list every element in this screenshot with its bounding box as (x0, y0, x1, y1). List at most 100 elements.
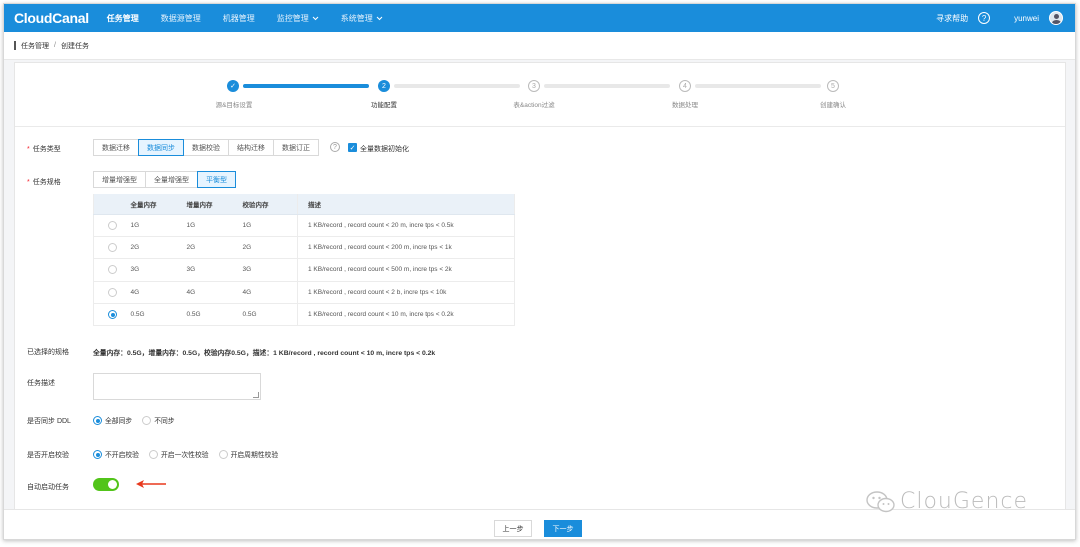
table-header: 全量内存 增量内存 校验内存 描述 (93, 194, 515, 215)
wechat-icon (866, 490, 895, 512)
breadcrumb: 任务管理 / 创建任务 (4, 32, 1075, 60)
radio[interactable] (218, 449, 228, 459)
cell-full: 0.5G (130, 303, 187, 327)
user-name[interactable]: yunwei (1014, 14, 1039, 23)
spec-full[interactable]: 全量增强型 (145, 171, 198, 188)
spec-radio[interactable] (107, 243, 117, 253)
cell-desc: 1 KB/record , record count < 2 b, incre … (297, 280, 515, 304)
cell-check: 4G (242, 280, 298, 304)
breadcrumb-parent[interactable]: 任务管理 (21, 41, 49, 51)
table-row[interactable]: 1G 1G 1G 1 KB/record , record count < 20… (93, 213, 515, 237)
auto-start-toggle[interactable] (93, 478, 119, 491)
sync-ddl-none[interactable]: 不同步 (142, 415, 175, 425)
radio-selected[interactable] (93, 449, 102, 459)
chevron-down-icon (312, 16, 319, 20)
main-panel: ✓ 2 3 4 5 源&目标设置 功能配置 表&action过滤 数据处理 创建… (14, 62, 1066, 517)
table-row[interactable]: 4G 4G 4G 1 KB/record , record count < 2 … (93, 280, 515, 304)
nav-item-system[interactable]: 系统管理 (341, 13, 383, 24)
spec-balanced[interactable]: 平衡型 (197, 171, 236, 188)
app-window: CloudCanal 任务管理 数据源管理 机器管理 监控管理 系统管理 寻求帮… (3, 3, 1076, 540)
step-label-1: 源&目标设置 (215, 102, 253, 109)
table-header-check: 校验内存 (242, 194, 298, 215)
sync-ddl-all[interactable]: 全部同步 (93, 415, 132, 425)
nav-right: 寻求帮助 ? yunwei (936, 11, 1063, 25)
table-row[interactable]: 0.5G 0.5G 0.5G 1 KB/record , record coun… (93, 303, 515, 327)
chevron-down-icon (376, 16, 383, 20)
step-indicator: ✓ 2 3 4 5 源&目标设置 功能配置 表&action过滤 数据处理 创建… (15, 63, 1065, 127)
full-init-checkbox[interactable]: ✓ (348, 143, 357, 152)
full-init-label[interactable]: 全量数据初始化 (360, 144, 409, 154)
nav-item-datasources[interactable]: 数据源管理 (161, 13, 201, 24)
task-type-check[interactable]: 数据校验 (183, 139, 229, 156)
spec-table: 全量内存 增量内存 校验内存 描述 1G 1G 1G 1 KB/record ,… (93, 194, 515, 327)
step-5: 5 (827, 80, 839, 92)
sync-ddl-options: 全部同步 不同步 (93, 415, 181, 425)
breadcrumb-bar (14, 41, 16, 50)
spec-incremental[interactable]: 增量增强型 (93, 171, 146, 188)
enable-check-label: 是否开启校验 (27, 452, 69, 459)
selected-spec-value: 全量内存：0.5G，增量内存：0.5G，校验内存0.5G，描述：1 KB/rec… (93, 350, 436, 357)
check-periodic[interactable]: 开启周期性校验 (218, 449, 278, 459)
radio-selected[interactable] (93, 415, 102, 425)
task-type-label: * 任务类型 (27, 146, 61, 153)
cell-full: 2G (130, 235, 187, 259)
cell-check: 1G (242, 213, 298, 237)
step-4: 4 (679, 80, 691, 92)
check-off[interactable]: 不开启校验 (93, 449, 139, 459)
cell-incr: 2G (186, 235, 243, 259)
step-line-1 (243, 84, 369, 88)
watermark-text: ClouGence (900, 489, 1029, 514)
spec-radio[interactable] (107, 287, 117, 297)
prev-step-button[interactable]: 上一步 (494, 520, 532, 537)
step-3: 3 (528, 80, 540, 92)
spec-radio[interactable] (107, 265, 117, 275)
next-step-button[interactable]: 下一步 (544, 520, 582, 537)
task-spec-group: 增量增强型 全量增强型 平衡型 (93, 171, 236, 188)
step-line-3 (544, 84, 670, 88)
avatar[interactable] (1049, 11, 1063, 25)
cell-desc: 1 KB/record , record count < 200 m, incr… (297, 235, 515, 259)
table-header-select (93, 194, 131, 215)
task-type-structure[interactable]: 结构迁移 (228, 139, 274, 156)
selected-spec-label: 已选择的规格 (27, 349, 69, 356)
radio[interactable] (148, 449, 158, 459)
task-desc-label: 任务描述 (27, 380, 55, 387)
cell-check: 3G (242, 258, 298, 282)
help-question-icon[interactable]: ? (330, 142, 340, 152)
breadcrumb-current: 创建任务 (60, 42, 89, 50)
task-type-sync[interactable]: 数据同步 (138, 139, 184, 156)
task-type-migration[interactable]: 数据迁移 (93, 139, 139, 156)
step-label-3: 表&action过滤 (513, 102, 555, 109)
sync-ddl-label: 是否同步 DDL (27, 418, 71, 425)
help-icon[interactable]: ? (978, 12, 991, 24)
cell-check: 2G (242, 235, 298, 259)
nav-item-machines[interactable]: 机器管理 (223, 13, 255, 24)
cell-desc: 1 KB/record , record count < 10 m, incre… (297, 303, 515, 327)
table-row[interactable]: 3G 3G 3G 1 KB/record , record count < 50… (93, 258, 515, 282)
check-once[interactable]: 开启一次性校验 (148, 449, 209, 459)
spec-radio-selected[interactable] (107, 310, 117, 320)
auto-start-label: 自动启动任务 (27, 484, 69, 491)
app-logo[interactable]: CloudCanal (14, 10, 89, 26)
cell-check: 0.5G (242, 303, 298, 327)
step-label-5: 创建确认 (820, 102, 846, 109)
help-link[interactable]: 寻求帮助 (936, 13, 968, 24)
cell-full: 1G (130, 213, 187, 237)
step-line-4 (695, 84, 821, 88)
nav-item-tasks[interactable]: 任务管理 (107, 13, 139, 24)
step-1: ✓ (227, 80, 239, 92)
nav-item-monitoring[interactable]: 监控管理 (277, 13, 319, 24)
cell-desc: 1 KB/record , record count < 20 m, incre… (297, 213, 515, 237)
spec-radio[interactable] (107, 220, 117, 230)
table-row[interactable]: 2G 2G 2G 1 KB/record , record count < 20… (93, 235, 515, 259)
table-header-incr: 增量内存 (186, 194, 243, 215)
step-line-2 (394, 84, 520, 88)
radio[interactable] (142, 415, 152, 425)
cell-full: 3G (130, 258, 187, 282)
cell-incr: 4G (186, 280, 243, 304)
step-2: 2 (378, 80, 390, 92)
table-header-desc: 描述 (297, 194, 515, 215)
task-desc-input[interactable] (93, 373, 261, 400)
task-type-correction[interactable]: 数据订正 (273, 139, 319, 156)
cell-incr: 1G (186, 213, 243, 237)
